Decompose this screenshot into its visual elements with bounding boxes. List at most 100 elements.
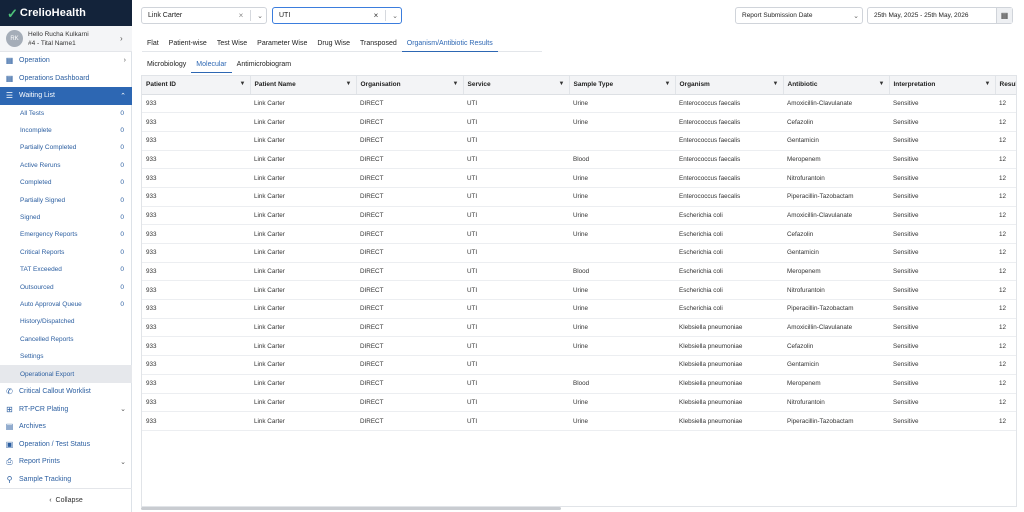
column-header[interactable]: Interpretation ▼ (889, 76, 996, 95)
table-row[interactable]: 933 Link Carter DIRECT UTI Urine Klebsiella p… (142, 318, 1016, 338)
tab-patient-wise[interactable]: Patient-wise (164, 35, 212, 52)
filter-icon[interactable]: ▼ (240, 81, 246, 87)
column-header[interactable]: Resul (995, 76, 1016, 95)
table-cell: Link Carter (250, 393, 356, 413)
nav-report-prints-label: Report Prints (19, 458, 60, 465)
waiting-list-item[interactable]: Critical Reports 0 (0, 244, 132, 261)
table-row[interactable]: 933 Link Carter DIRECT UTI Urine Enterococcus… (142, 187, 1016, 207)
table-row[interactable]: 933 Link Carter DIRECT UTI Urine Klebsiella p… (142, 393, 1016, 413)
column-header[interactable]: Organisation ▼ (356, 76, 464, 95)
filter-icon[interactable]: ▼ (346, 81, 352, 87)
waiting-list-item-label: Auto Approval Queue (20, 300, 82, 308)
table-cell: Link Carter (250, 355, 356, 375)
waiting-list-item[interactable]: Auto Approval Queue 0 (0, 296, 132, 313)
nav-sample-tracking[interactable]: ⚲ Sample Tracking (0, 470, 132, 488)
nav-waiting-list[interactable]: ☰ Waiting List ⌃ (0, 87, 132, 105)
table-row[interactable]: 933 Link Carter DIRECT UTI Enterococcus faec… (142, 131, 1016, 151)
chevron-down-icon[interactable]: ⌄ (389, 12, 401, 20)
waiting-list-item[interactable]: TAT Exceeded 0 (0, 261, 132, 278)
filter-icon[interactable]: ▼ (985, 81, 991, 87)
collapse-button[interactable]: ‹ Collapse (0, 488, 132, 512)
nav-rt-pcr-label: RT-PCR Plating (19, 405, 69, 413)
table-row[interactable]: 933 Link Carter DIRECT UTI Blood Klebsiella p… (142, 374, 1016, 394)
filter-icon[interactable]: ▼ (559, 81, 565, 87)
table-row[interactable]: 933 Link Carter DIRECT UTI Urine Escherichia … (142, 280, 1016, 301)
table-row[interactable]: 933 Link Carter DIRECT UTI Urine Enterococcus… (142, 112, 1016, 132)
table-cell: Klebsiella pneumoniae (675, 393, 783, 413)
nav-critical-callout[interactable]: ✆ Critical Callout Worklist (0, 383, 132, 401)
user-profile[interactable]: RK Hello Rucha Kulkarni #4 - Tital Name1… (0, 26, 132, 52)
date-range-picker[interactable]: 25th May, 2025 - 25th May, 2026 ▦ (867, 7, 1013, 24)
chevron-right-icon[interactable]: › (120, 34, 132, 43)
chevron-down-icon[interactable]: ⌄ (850, 12, 862, 20)
table-cell: UTI (463, 187, 569, 207)
nav-rt-pcr[interactable]: ⊞ RT-PCR Plating ⌄ (0, 400, 132, 418)
table-row[interactable]: 933 Link Carter DIRECT UTI Urine Enterococcus… (142, 168, 1016, 188)
waiting-list-item[interactable]: Incomplete 0 (0, 122, 132, 139)
table-cell: Urine (569, 94, 675, 114)
waiting-list-item[interactable]: Settings (0, 348, 132, 365)
table-cell: 933 (142, 131, 250, 151)
table-row[interactable]: 933 Link Carter DIRECT UTI Blood Enterococcus… (142, 150, 1016, 170)
table-row[interactable]: 933 Link Carter DIRECT UTI Klebsiella pneumo… (142, 355, 1016, 375)
subtab-molecular[interactable]: Molecular (191, 57, 232, 73)
waiting-list-item[interactable]: Emergency Reports 0 (0, 226, 132, 243)
waiting-list-item[interactable]: Outsourced 0 (0, 278, 132, 295)
filter-icon[interactable]: ▼ (879, 81, 885, 87)
calendar-icon[interactable]: ▦ (996, 8, 1012, 23)
brand-header[interactable]: ✓ CrelioHealth (0, 0, 132, 26)
column-header[interactable]: Patient ID ▼ (142, 76, 251, 95)
nav-operations-dashboard[interactable]: ▦ Operations Dashboard (0, 70, 132, 88)
service-select[interactable]: UTI × ⌄ (272, 7, 402, 24)
table-row[interactable]: 933 Link Carter DIRECT UTI Urine Escherichia … (142, 299, 1016, 319)
horizontal-scrollbar[interactable] (141, 507, 561, 510)
tab-organism-antibiotic-results[interactable]: Organism/Antibiotic Results (401, 35, 498, 52)
waiting-list-item[interactable]: Partially Completed 0 (0, 139, 132, 156)
waiting-list-item[interactable]: History/Dispatched (0, 313, 132, 330)
tab-test-wise[interactable]: Test Wise (212, 35, 252, 52)
tab-drug-wise[interactable]: Drug Wise (312, 35, 355, 52)
table-row[interactable]: 933 Link Carter DIRECT UTI Urine Escherichia … (142, 206, 1016, 226)
table-row[interactable]: 933 Link Carter DIRECT UTI Blood Escherichia … (142, 262, 1016, 282)
table-row[interactable]: 933 Link Carter DIRECT UTI Urine Enterococcus… (142, 94, 1016, 114)
table-row[interactable]: 933 Link Carter DIRECT UTI Escherichia coli G… (142, 243, 1016, 263)
column-header[interactable]: Service ▼ (463, 76, 570, 95)
waiting-list-item[interactable]: Partially Signed 0 (0, 191, 132, 208)
clear-icon[interactable]: × (235, 11, 247, 20)
subtab-microbiology[interactable]: Microbiology (142, 57, 191, 73)
column-header[interactable]: Antibiotic ▼ (783, 76, 890, 95)
waiting-list-item[interactable]: Completed 0 (0, 174, 132, 191)
table-cell: Amoxicillin-Clavulanate (783, 94, 889, 114)
waiting-list-item[interactable]: Active Reruns 0 (0, 157, 132, 174)
waiting-list-item[interactable]: Operational Export (0, 365, 132, 383)
waiting-list-item[interactable]: All Tests 0 (0, 105, 132, 122)
waiting-list-item[interactable]: Cancelled Reports (0, 331, 132, 348)
subtab-antimicrobiogram[interactable]: Antimicrobiogram (232, 57, 296, 73)
table-row[interactable]: 933 Link Carter DIRECT UTI Urine Klebsiella p… (142, 411, 1016, 431)
nav-archives[interactable]: ▤ Archives (0, 418, 132, 436)
table-row[interactable]: 933 Link Carter DIRECT UTI Urine Escherichia … (142, 224, 1016, 244)
waiting-list-item-count: 0 (120, 300, 124, 308)
nav-report-prints[interactable]: ⎙ Report Prints ⌄ (0, 453, 132, 471)
nav-operation[interactable]: ▦ Operation › (0, 52, 132, 70)
sub-tabs: Microbiology Molecular Antimicrobiogram (142, 57, 296, 73)
column-header[interactable]: Sample Type ▼ (569, 76, 676, 95)
tab-transposed[interactable]: Transposed (355, 35, 402, 52)
waiting-list-item[interactable]: Signed 0 (0, 209, 132, 226)
filter-icon[interactable]: ▼ (773, 81, 779, 87)
table-row[interactable]: 933 Link Carter DIRECT UTI Urine Klebsiella p… (142, 336, 1016, 357)
date-type-select[interactable]: Report Submission Date ⌄ (735, 7, 863, 24)
chevron-down-icon[interactable]: ⌄ (254, 12, 266, 20)
filter-icon[interactable]: ▼ (665, 81, 671, 87)
filter-icon[interactable]: ▼ (453, 81, 459, 87)
column-header[interactable]: Patient Name ▼ (250, 76, 357, 95)
tab-flat[interactable]: Flat (142, 35, 164, 52)
column-header[interactable]: Organism ▼ (675, 76, 784, 95)
clear-icon[interactable]: × (370, 11, 382, 20)
nav-operation-test-status[interactable]: ▣ Operation / Test Status (0, 435, 132, 453)
tab-parameter-wise[interactable]: Parameter Wise (252, 35, 312, 52)
table-cell: Blood (569, 150, 675, 170)
table-cell: DIRECT (356, 243, 463, 263)
patient-select[interactable]: Link Carter × ⌄ (141, 7, 267, 24)
table-cell: 12 (995, 206, 1016, 226)
